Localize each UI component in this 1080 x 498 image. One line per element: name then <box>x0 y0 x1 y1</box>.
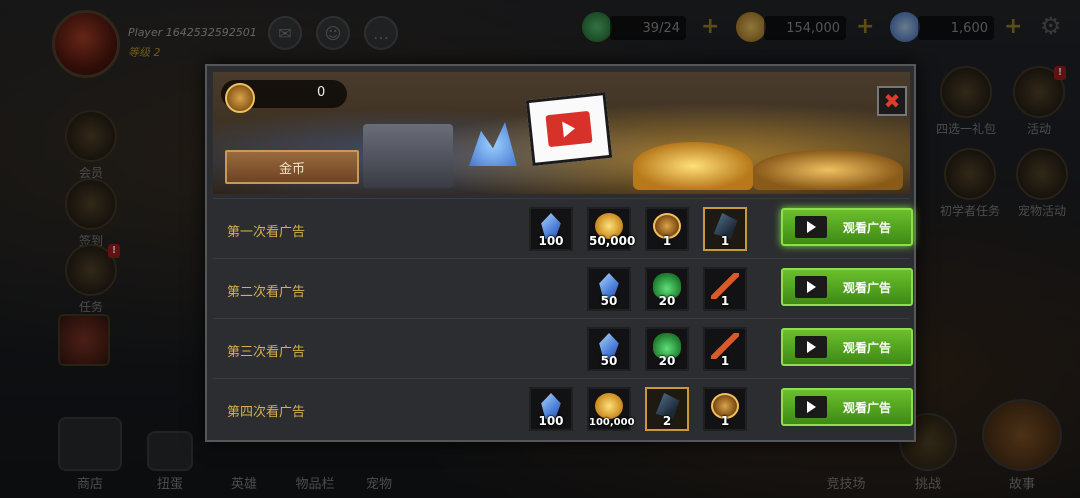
reward-count: 2 <box>662 414 672 428</box>
ad-token-icon <box>225 83 255 113</box>
ad-row-label: 第四次看广告 <box>227 405 306 420</box>
crystal-chest-image <box>363 124 453 188</box>
reward-crystal[interactable]: 50 <box>587 267 631 311</box>
close-button[interactable]: ✖ <box>877 86 907 116</box>
reward-count: 100,000 <box>589 417 635 428</box>
ad-row-label: 第二次看广告 <box>227 285 306 300</box>
crystal-pile-image <box>469 122 517 166</box>
watch-ad-label: 观看广告 <box>843 220 892 235</box>
gold-tab-button[interactable]: 金币 <box>225 150 359 184</box>
watch-ad-button[interactable]: 观看广告 <box>781 328 913 366</box>
gold-coin-pile-image-2 <box>753 150 903 190</box>
ad-row-label: 第三次看广告 <box>227 345 306 360</box>
watch-ad-button[interactable]: 观看广告 <box>781 208 913 246</box>
watch-ad-label: 观看广告 <box>843 280 892 295</box>
ad-reward-row: 第一次看广告 100 50,000 1 1 观看广告 <box>213 198 913 258</box>
ad-coin-value: 0 <box>317 85 326 100</box>
ad-reward-row: 第三次看广告 50 20 1 观看广告 <box>213 318 913 378</box>
reward-count: 100 <box>538 414 564 428</box>
reward-count: 50 <box>600 354 618 368</box>
reward-crystal[interactable]: 100 <box>529 207 573 251</box>
gold-coin-pile-image <box>633 142 753 190</box>
reward-count: 50 <box>600 294 618 308</box>
ad-coin-counter: 0 <box>221 80 347 113</box>
reward-count: 1 <box>720 234 730 248</box>
gold-coin-icon <box>595 393 623 419</box>
video-play-icon <box>795 336 827 358</box>
reward-gold[interactable]: 100,000 <box>587 387 635 431</box>
reward-count: 20 <box>658 294 676 308</box>
reward-crystal[interactable]: 100 <box>529 387 573 431</box>
watch-ad-button[interactable]: 观看广告 <box>781 388 913 426</box>
reward-count: 1 <box>720 294 730 308</box>
reward-count: 1 <box>720 414 730 428</box>
reward-stone[interactable]: 1 <box>703 207 747 251</box>
reward-crystal[interactable]: 50 <box>587 327 631 371</box>
reward-token[interactable]: 1 <box>645 207 689 251</box>
watch-ad-label: 观看广告 <box>843 340 892 355</box>
ad-row-label: 第一次看广告 <box>227 225 306 240</box>
reward-potion[interactable]: 20 <box>645 267 689 311</box>
reward-count: 100 <box>538 234 564 248</box>
watch-ad-label: 观看广告 <box>843 400 892 415</box>
video-ad-icon <box>525 91 613 167</box>
reward-count: 20 <box>658 354 676 368</box>
reward-count: 1 <box>662 234 672 248</box>
ad-reward-row: 第四次看广告 100 100,000 2 1 观看广告 <box>213 378 913 438</box>
video-play-icon <box>795 216 827 238</box>
reward-wand[interactable]: 1 <box>703 327 747 371</box>
ad-rewards-banner: 0 金币 ✖ <box>213 72 910 194</box>
watch-ad-dialog: 0 金币 ✖ 第一次看广告 100 50,000 1 1 观看广告 第二次看广告… <box>205 64 916 442</box>
video-play-icon <box>795 396 827 418</box>
video-play-icon <box>795 276 827 298</box>
reward-token[interactable]: 1 <box>703 387 747 431</box>
reward-count: 1 <box>720 354 730 368</box>
reward-wand[interactable]: 1 <box>703 267 747 311</box>
play-icon <box>545 110 593 148</box>
reward-stone[interactable]: 2 <box>645 387 689 431</box>
ad-reward-row: 第二次看广告 50 20 1 观看广告 <box>213 258 913 318</box>
reward-gold[interactable]: 50,000 <box>587 207 636 251</box>
watch-ad-button[interactable]: 观看广告 <box>781 268 913 306</box>
reward-count: 50,000 <box>589 234 636 248</box>
reward-potion[interactable]: 20 <box>645 327 689 371</box>
